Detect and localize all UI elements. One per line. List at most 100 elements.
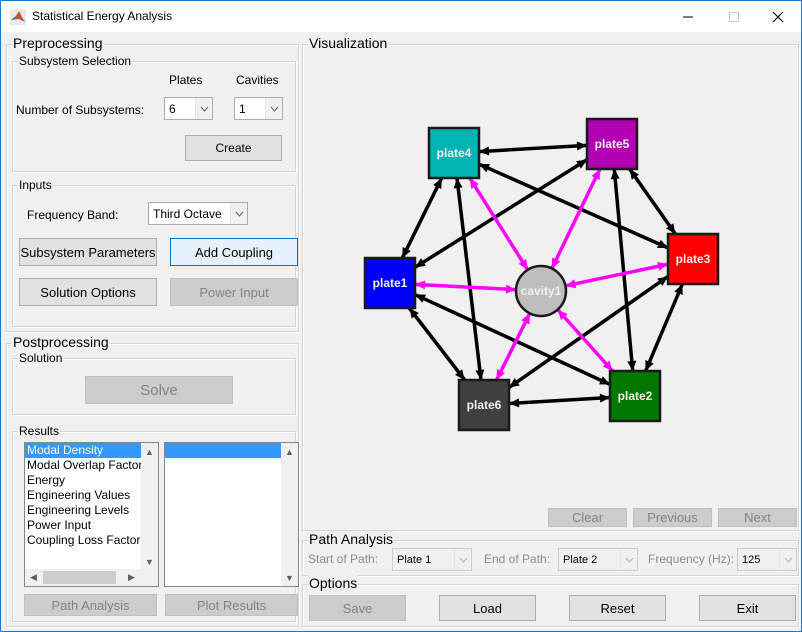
list-item[interactable]: Coupling Loss Factor: [25, 533, 142, 548]
next-button[interactable]: Next: [718, 508, 797, 527]
path-analysis-button[interactable]: Path Analysis: [24, 594, 157, 616]
arrowhead-icon: [576, 141, 587, 151]
path-analysis-panel: Path Analysis Start of Path: Plate 1 End…: [302, 531, 799, 576]
list-item[interactable]: Modal Density: [25, 443, 142, 458]
save-button[interactable]: Save: [309, 595, 406, 621]
scroll-down-icon[interactable]: ▼: [141, 553, 158, 570]
coupling-edge-plate4-plate1[interactable]: [400, 177, 444, 259]
coupling-edge-plate1-plate6[interactable]: [407, 306, 467, 382]
start-of-path-select[interactable]: Plate 1: [392, 548, 472, 571]
list-item[interactable]: Energy: [25, 473, 142, 488]
preprocessing-title: Preprocessing: [12, 35, 104, 51]
subsystem-selection-panel: Subsystem Selection Plates Cavities Numb…: [12, 53, 296, 172]
cavities-label: Cavities: [236, 73, 279, 87]
frequency-band-select[interactable]: Third Octave: [148, 202, 248, 225]
maximize-button[interactable]: [711, 1, 757, 32]
solution-options-button[interactable]: Solution Options: [19, 278, 157, 306]
subsystem-parameters-button[interactable]: Subsystem Parameters: [19, 238, 157, 266]
node-plate6[interactable]: plate6: [457, 378, 511, 432]
scroll-up-icon[interactable]: ▲: [141, 443, 158, 460]
node-label: plate1: [373, 276, 408, 290]
coupling-edge-cavity1-plate5[interactable]: [550, 168, 602, 270]
frequency-select[interactable]: 125: [737, 548, 797, 571]
results-subsystem-list[interactable]: ▲ ▼: [164, 442, 299, 587]
list-item[interactable]: Power Input: [25, 518, 142, 533]
arrowhead-icon: [509, 398, 520, 408]
end-of-path-label: End of Path:: [484, 552, 551, 566]
node-label: cavity1: [521, 284, 562, 298]
scroll-left-icon[interactable]: ◀: [25, 569, 42, 586]
node-plate2[interactable]: plate2: [608, 369, 662, 423]
end-of-path-value: Plate 2: [563, 553, 598, 566]
coupling-graph[interactable]: plate4 plate5 plate3 plate2 plate6 plate1 cavi…: [303, 50, 798, 510]
postprocessing-panel: Postprocessing Solution Solve Results Mo…: [6, 334, 299, 627]
vertical-scrollbar[interactable]: ▲ ▼: [281, 443, 298, 586]
clear-button[interactable]: Clear: [548, 508, 627, 527]
arrowhead-icon: [415, 280, 426, 290]
visualization-panel: Visualization plate4 plate5 plate3 plate2 pl…: [302, 35, 799, 531]
coupling-edge-plate5-plate3[interactable]: [628, 167, 677, 236]
list-item[interactable]: Engineering Values: [25, 488, 142, 503]
load-button[interactable]: Load: [439, 595, 536, 621]
solution-title: Solution: [18, 350, 64, 366]
results-panel: Results Modal Density Modal Overlap Facto…: [12, 423, 299, 622]
power-input-button[interactable]: Power Input: [170, 278, 298, 306]
cavities-count-value: 1: [239, 101, 246, 116]
coupling-edge-plate4-plate5[interactable]: [478, 141, 588, 156]
list-item[interactable]: [165, 443, 281, 458]
inputs-title: Inputs: [18, 177, 53, 193]
scroll-right-icon[interactable]: ▶: [123, 569, 140, 586]
node-label: plate6: [467, 398, 502, 412]
chevron-down-icon: [779, 549, 796, 570]
coupling-edge-cavity1-plate3[interactable]: [565, 261, 669, 289]
inputs-panel: Inputs Frequency Band: Third Octave Subs…: [12, 177, 298, 327]
minimize-button[interactable]: [665, 1, 711, 32]
coupling-edge-cavity1-plate4[interactable]: [468, 177, 530, 271]
vertical-scrollbar[interactable]: ▲ ▼: [141, 443, 158, 570]
frequency-label: Frequency (Hz):: [648, 552, 735, 566]
node-cavity1[interactable]: cavity1: [514, 264, 568, 318]
coupling-edge-cavity1-plate1[interactable]: [414, 280, 517, 294]
plates-count-select[interactable]: 6: [164, 97, 213, 120]
app-window: Statistical Energy Analysis Preprocessin…: [0, 0, 802, 632]
node-plate1[interactable]: plate1: [363, 256, 417, 310]
scroll-up-icon[interactable]: ▲: [281, 443, 298, 460]
chevron-down-icon: [265, 98, 282, 119]
chevron-down-icon: [195, 98, 212, 119]
horizontal-scroll-thumb[interactable]: [43, 571, 116, 584]
node-plate4[interactable]: plate4: [427, 126, 481, 180]
plot-results-button[interactable]: Plot Results: [165, 594, 298, 616]
node-plate3[interactable]: plate3: [666, 232, 720, 286]
close-icon: [772, 11, 784, 22]
end-of-path-select[interactable]: Plate 2: [558, 548, 638, 571]
coupling-edge-plate6-plate2[interactable]: [508, 393, 611, 408]
exit-button[interactable]: Exit: [699, 595, 796, 621]
horizontal-scrollbar[interactable]: ◀ ▶: [25, 569, 158, 586]
node-label: plate5: [595, 137, 630, 151]
create-button[interactable]: Create: [185, 135, 282, 161]
coupling-edge-plate3-plate2[interactable]: [643, 283, 685, 372]
chevron-down-icon: [620, 549, 637, 570]
solve-button[interactable]: Solve: [85, 376, 233, 404]
options-title: Options: [308, 575, 359, 591]
visualization-title: Visualization: [308, 35, 389, 51]
frequency-band-value: Third Octave: [153, 206, 222, 221]
preprocessing-panel: Preprocessing Subsystem Selection Plates…: [6, 35, 299, 332]
window-title: Statistical Energy Analysis: [32, 9, 173, 23]
arrowhead-icon: [599, 393, 610, 403]
add-coupling-button[interactable]: Add Coupling: [170, 238, 298, 266]
cavities-count-select[interactable]: 1: [234, 97, 283, 120]
frequency-band-label: Frequency Band:: [27, 208, 119, 222]
minimize-icon: [683, 16, 693, 17]
maximize-icon: [729, 11, 739, 22]
list-item[interactable]: Engineering Levels: [25, 503, 142, 518]
reset-button[interactable]: Reset: [569, 595, 666, 621]
coupling-edge-plate4-plate6[interactable]: [453, 177, 485, 381]
list-item[interactable]: Modal Overlap Factor: [25, 458, 142, 473]
results-type-list[interactable]: Modal Density Modal Overlap Factor Energy E…: [24, 442, 159, 587]
previous-button[interactable]: Previous: [633, 508, 712, 527]
plates-count-value: 6: [169, 101, 176, 116]
node-plate5[interactable]: plate5: [585, 117, 639, 171]
close-button[interactable]: [755, 1, 801, 32]
scroll-down-icon[interactable]: ▼: [281, 569, 298, 586]
